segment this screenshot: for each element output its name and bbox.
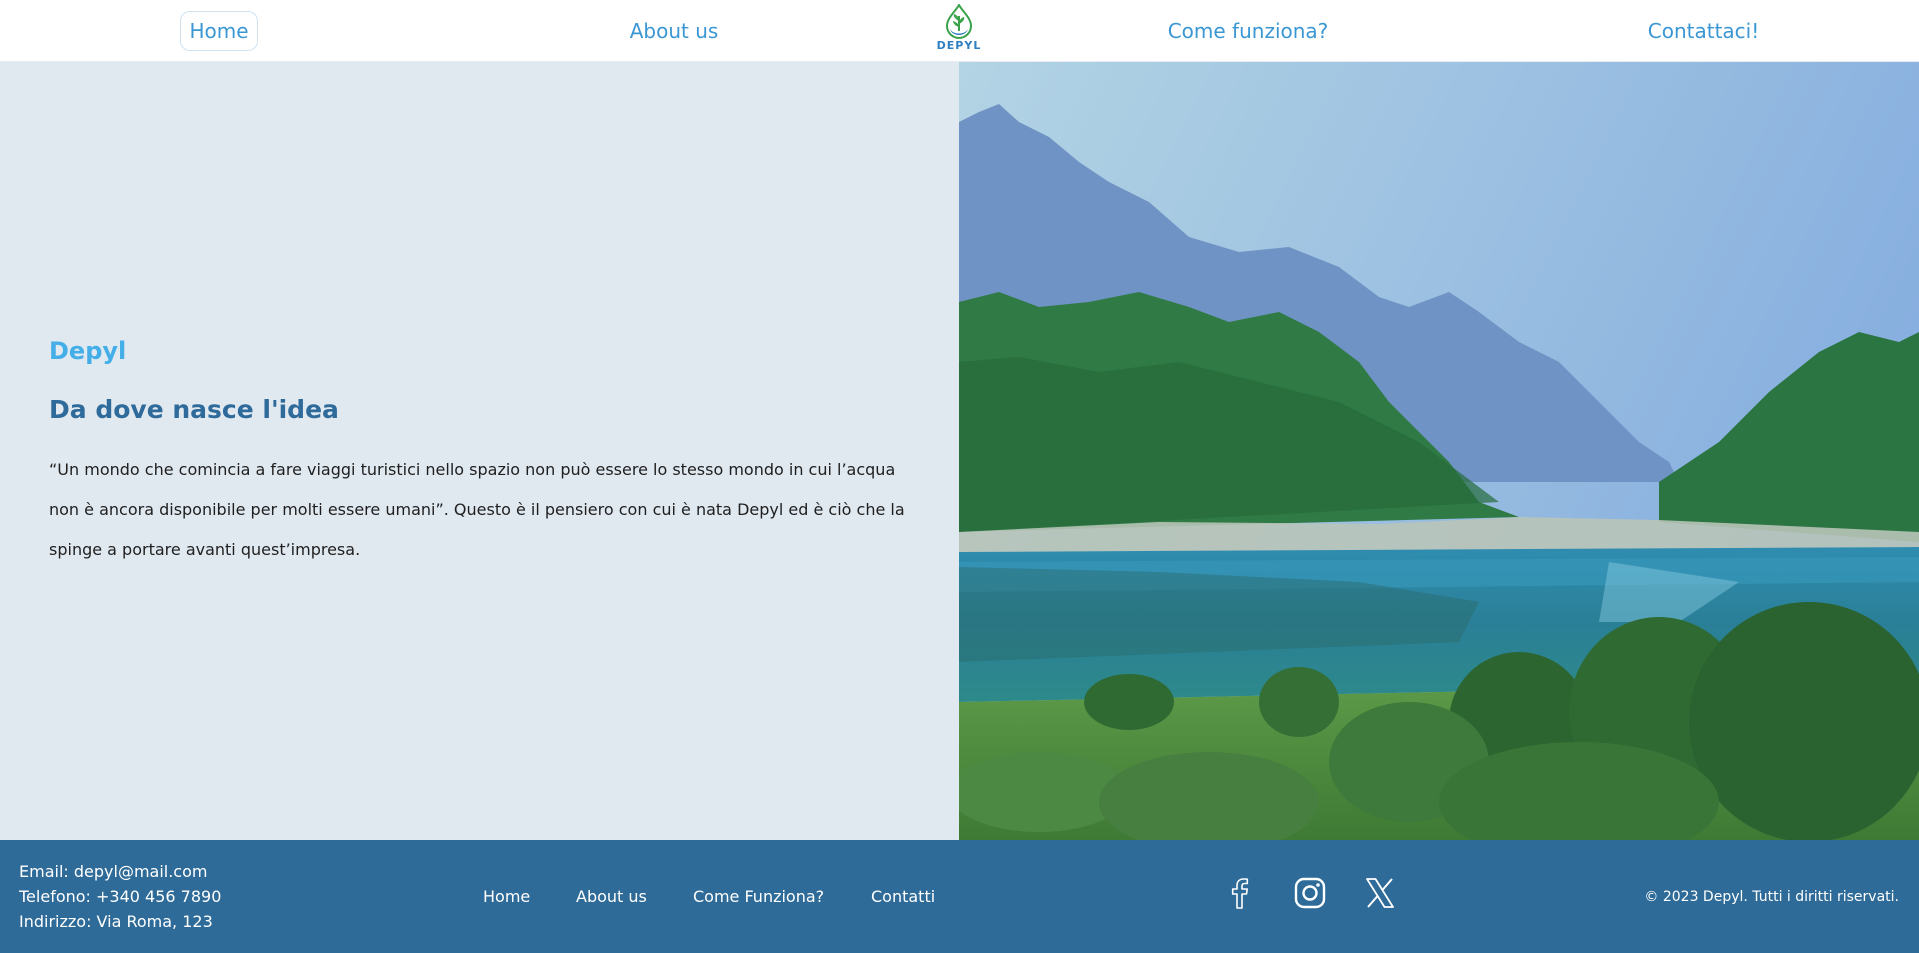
- footer-contatti-link[interactable]: Contatti: [871, 840, 935, 953]
- hero-brand: Depyl: [49, 337, 127, 365]
- nav-come-funziona-link[interactable]: Come funziona?: [1150, 0, 1346, 62]
- footer-about-link[interactable]: About us: [576, 840, 647, 953]
- nav-about-link[interactable]: About us: [600, 0, 748, 62]
- hero-title: Da dove nasce l'idea: [49, 395, 339, 424]
- x-twitter-icon[interactable]: [1362, 875, 1398, 911]
- hero-landscape-image: [959, 62, 1919, 840]
- nav-home-link[interactable]: Home: [180, 11, 258, 51]
- footer-copyright: © 2023 Depyl. Tutti i diritti riservati.: [1644, 888, 1899, 905]
- instagram-icon[interactable]: [1292, 875, 1328, 911]
- top-navbar: Home About us DEPYL Come funziona? Conta…: [0, 0, 1919, 62]
- footer-come-funziona-link[interactable]: Come Funziona?: [693, 840, 824, 953]
- facebook-icon[interactable]: [1222, 875, 1258, 911]
- logo-text: DEPYL: [936, 39, 982, 52]
- hero-paragraph: “Un mondo che comincia a fare viaggi tur…: [49, 460, 905, 559]
- nav-contattaci-link[interactable]: Contattaci!: [1630, 0, 1777, 62]
- logo-leaf-drop-icon: [945, 4, 973, 40]
- footer-home-link[interactable]: Home: [483, 840, 530, 953]
- site-footer: Email: depyl@mail.com Telefono: +340 456…: [0, 840, 1919, 953]
- depyl-logo[interactable]: DEPYL: [933, 4, 985, 56]
- footer-email: Email: depyl@mail.com: [19, 862, 208, 881]
- hero-text-panel: Depyl Da dove nasce l'idea “Un mondo che…: [0, 62, 959, 840]
- footer-phone: Telefono: +340 456 7890: [19, 887, 222, 906]
- footer-address: Indirizzo: Via Roma, 123: [19, 912, 213, 931]
- footer-contact-info: Email: depyl@mail.com Telefono: +340 456…: [19, 859, 221, 934]
